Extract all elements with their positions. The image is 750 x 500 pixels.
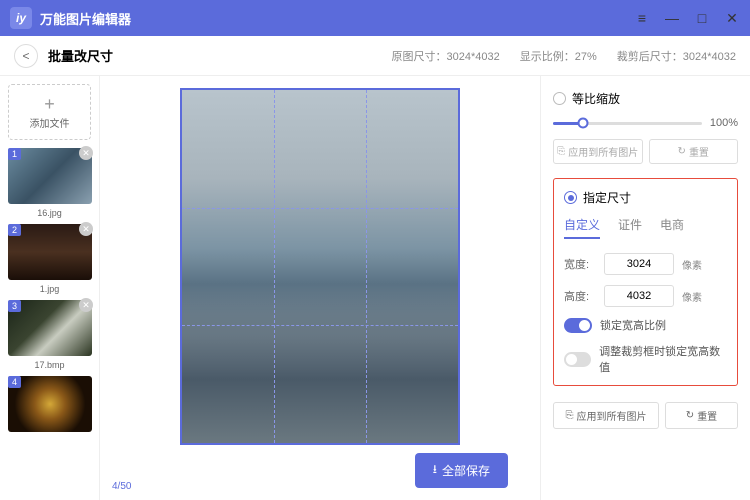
crop-frame[interactable] bbox=[180, 88, 460, 445]
close-icon[interactable]: ✕ bbox=[724, 10, 740, 26]
apply-icon: ⎘ bbox=[566, 410, 574, 421]
unit-label: 像素 bbox=[682, 257, 702, 272]
slider-thumb[interactable] bbox=[577, 118, 588, 129]
thumb-index: 2 bbox=[8, 224, 21, 236]
lock-crop-label: 调整裁剪框时锁定宽高数值 bbox=[599, 343, 727, 375]
height-input[interactable] bbox=[604, 285, 674, 307]
fixed-size-label: 指定尺寸 bbox=[583, 189, 631, 206]
scale-label: 等比缩放 bbox=[572, 90, 620, 107]
unit-label: 像素 bbox=[682, 289, 702, 304]
grid-line bbox=[182, 208, 458, 209]
lock-ratio-label: 锁定宽高比例 bbox=[600, 317, 666, 333]
back-button[interactable]: < bbox=[14, 44, 38, 68]
thumb-item[interactable]: 4 bbox=[8, 376, 91, 432]
maximize-icon[interactable]: □ bbox=[694, 10, 710, 26]
width-input[interactable] bbox=[604, 253, 674, 275]
page-counter: 4/50 bbox=[112, 481, 131, 492]
apply-icon: ⎘ bbox=[557, 146, 565, 157]
tab-id[interactable]: 证件 bbox=[618, 216, 642, 239]
thumb-remove-icon[interactable]: ✕ bbox=[79, 222, 93, 236]
info-display-ratio: 显示比例：27% bbox=[520, 48, 597, 64]
radio-fixed-size[interactable] bbox=[564, 191, 577, 204]
radio-scale[interactable] bbox=[553, 92, 566, 105]
reset-button-2[interactable]: ↻重置 bbox=[665, 402, 738, 429]
thumb-filename: 17.bmp bbox=[8, 360, 91, 370]
sidebar: + 添加文件 1 ✕ 16.jpg 2 ✕ 1.jpg 3 ✕ 17.bmp 4 bbox=[0, 76, 100, 500]
download-icon: ⭳ bbox=[433, 460, 437, 481]
toggle-lock-ratio[interactable] bbox=[564, 318, 592, 333]
reset-icon: ↻ bbox=[678, 146, 686, 157]
page-title: 批量改尺寸 bbox=[48, 46, 113, 65]
thumb-remove-icon[interactable]: ✕ bbox=[79, 298, 93, 312]
slider-value: 100% bbox=[710, 117, 738, 129]
menu-icon[interactable]: ≡ bbox=[634, 10, 650, 26]
grid-line bbox=[274, 90, 275, 443]
tab-custom[interactable]: 自定义 bbox=[564, 216, 600, 239]
crop-handle[interactable] bbox=[446, 431, 460, 445]
toggle-lock-crop[interactable] bbox=[564, 352, 591, 367]
app-logo: iy bbox=[10, 7, 32, 29]
thumb-remove-icon[interactable]: ✕ bbox=[79, 146, 93, 160]
plus-icon: + bbox=[44, 95, 55, 113]
height-label: 高度: bbox=[564, 288, 596, 304]
canvas-area: ⭳ 全部保存 4/50 bbox=[100, 76, 540, 500]
minimize-icon[interactable]: — bbox=[664, 10, 680, 26]
thumb-item[interactable]: 3 ✕ bbox=[8, 300, 91, 356]
reset-button[interactable]: ↻重置 bbox=[649, 139, 739, 164]
thumb-filename: 16.jpg bbox=[8, 208, 91, 218]
save-all-label: 全部保存 bbox=[442, 462, 490, 479]
right-panel: 等比缩放 100% ⎘应用到所有图片 ↻重置 指定尺寸 自定义 证件 电商 bbox=[540, 76, 750, 500]
app-title: 万能图片编辑器 bbox=[40, 9, 634, 28]
add-file-label: 添加文件 bbox=[30, 115, 70, 130]
thumb-filename: 1.jpg bbox=[8, 284, 91, 294]
thumb-item[interactable]: 2 ✕ bbox=[8, 224, 91, 280]
thumb-index: 1 bbox=[8, 148, 21, 160]
width-label: 宽度: bbox=[564, 256, 596, 272]
apply-all-button-2[interactable]: ⎘应用到所有图片 bbox=[553, 402, 659, 429]
crop-handle[interactable] bbox=[446, 88, 460, 102]
preview-image bbox=[182, 90, 458, 443]
crop-handle[interactable] bbox=[180, 88, 194, 102]
add-file-button[interactable]: + 添加文件 bbox=[8, 84, 91, 140]
toolbar: < 批量改尺寸 原图尺寸：3024*4032 显示比例：27% 裁剪后尺寸：30… bbox=[0, 36, 750, 76]
apply-all-button[interactable]: ⎘应用到所有图片 bbox=[553, 139, 643, 164]
thumb-item[interactable]: 1 ✕ bbox=[8, 148, 91, 204]
info-original-size: 原图尺寸：3024*4032 bbox=[392, 48, 500, 64]
scale-slider[interactable] bbox=[553, 122, 702, 125]
fixed-size-section: 指定尺寸 自定义 证件 电商 宽度: 像素 高度: 像素 锁定宽高比例 bbox=[553, 178, 738, 386]
crop-handle[interactable] bbox=[180, 431, 194, 445]
tab-ecom[interactable]: 电商 bbox=[660, 216, 684, 239]
grid-line bbox=[182, 325, 458, 326]
grid-line bbox=[366, 90, 367, 443]
thumb-index: 3 bbox=[8, 300, 21, 312]
save-all-button[interactable]: ⭳ 全部保存 bbox=[415, 453, 508, 488]
reset-icon: ↻ bbox=[686, 410, 694, 421]
thumb-index: 4 bbox=[8, 376, 21, 388]
titlebar: iy 万能图片编辑器 ≡ — □ ✕ bbox=[0, 0, 750, 36]
info-cropped-size: 裁剪后尺寸：3024*4032 bbox=[617, 48, 736, 64]
